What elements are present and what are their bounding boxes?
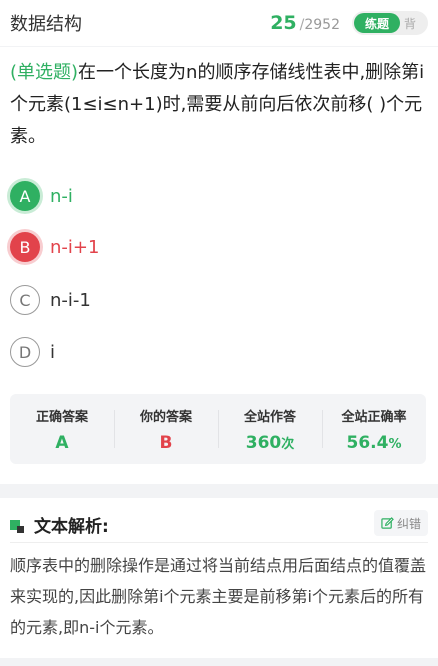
total-question-count: 2952 (304, 17, 340, 33)
analysis-header: 文本解析: (10, 512, 109, 537)
question-card: (单选题)在一个长度为n的顺序存储线性表中,删除第i个元素(1≤i≤n+1)时,… (0, 47, 438, 484)
stat-total-label: 全站作答 (243, 409, 296, 425)
report-error-button[interactable]: 纠错 (374, 510, 428, 536)
subject-title: 数据结构 (10, 14, 82, 35)
option-d-text: i (50, 341, 56, 363)
analysis-text: 顺序表中的删除操作是通过将当前结点用后面结点的值覆盖来实现的,因此删除第i个元素… (10, 556, 427, 637)
stat-total-answers: 全站作答 360次 (218, 394, 322, 464)
stat-total-value: 360 (245, 432, 282, 453)
answer-stats-panel: 正确答案 A 你的答案 B 全站作答 360次 全站正确率 56.4% (10, 394, 426, 464)
mode-recite-option[interactable]: 背 (404, 15, 416, 32)
stat-correct-answer: 正确答案 A (10, 394, 114, 464)
option-d[interactable]: D i (10, 335, 430, 369)
analysis-divider (10, 542, 428, 543)
analysis-title: 文本解析: (34, 517, 109, 537)
stat-correct-value: A (55, 432, 69, 453)
stat-rate-value-group: 56.4% (347, 433, 402, 453)
stat-rate-value: 56.4 (346, 432, 389, 453)
stat-total-unit: 次 (281, 436, 295, 452)
question-type-label: (单选题) (10, 62, 79, 83)
stat-your-answer: 你的答案 B (114, 394, 218, 464)
option-c-letter: C (10, 285, 40, 315)
practice-page: 数据结构 25 / 2952 练题 背 (单选题)在一个长度为n的顺序存储线性表… (0, 0, 438, 666)
option-b-letter: B (10, 232, 40, 262)
option-b[interactable]: B n-i+1 (10, 230, 430, 264)
option-a[interactable]: A n-i (10, 179, 430, 213)
analysis-card: 文本解析: 纠错 顺序表中的删除操作是通过将当前结点用后面结点的值覆盖来实现的,… (0, 498, 438, 658)
option-a-letter: A (10, 181, 40, 211)
option-d-letter: D (10, 337, 40, 367)
header-bar: 数据结构 25 / 2952 练题 背 (0, 0, 438, 46)
analysis-block-icon (10, 517, 26, 533)
report-error-label: 纠错 (396, 516, 421, 531)
option-b-text: n-i+1 (50, 236, 100, 258)
option-c[interactable]: C n-i-1 (10, 283, 430, 317)
mode-toggle[interactable]: 练题 背 (352, 11, 428, 35)
stat-correct-rate: 全站正确率 56.4% (322, 394, 426, 464)
stat-total-value-group: 360次 (246, 433, 295, 453)
stat-rate-unit: % (388, 436, 402, 452)
question-progress: 25 / 2952 (270, 12, 340, 34)
stat-yours-label: 你的答案 (139, 409, 192, 425)
option-c-text: n-i-1 (50, 289, 91, 311)
stat-correct-label: 正确答案 (35, 409, 88, 425)
current-question-number: 25 (270, 12, 297, 34)
stat-yours-value: B (159, 432, 173, 453)
stat-rate-label: 全站正确率 (341, 409, 407, 425)
question-stem: (单选题)在一个长度为n的顺序存储线性表中,删除第i个元素(1≤i≤n+1)时,… (10, 57, 430, 153)
edit-icon (381, 516, 394, 529)
option-a-text: n-i (50, 185, 73, 207)
mode-practice-option[interactable]: 练题 (354, 13, 400, 33)
